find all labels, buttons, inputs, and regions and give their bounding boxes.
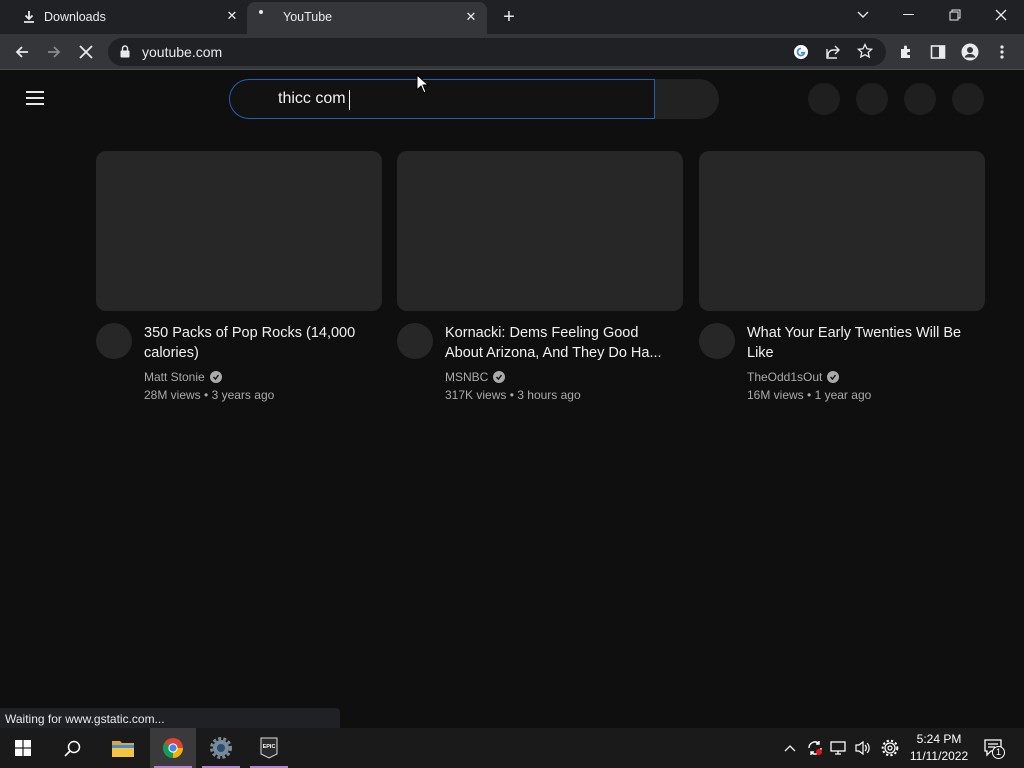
channel-name[interactable]: TheOdd1sOut [747, 370, 822, 384]
notification-count-badge: 1 [992, 746, 1005, 759]
channel-name[interactable]: Matt Stonie [144, 370, 205, 384]
extensions-icon[interactable] [895, 41, 917, 63]
upload-age: 1 year ago [814, 388, 872, 402]
windows-taskbar: EPIC 5:24 PM 11/11/2022 1 [0, 728, 1024, 768]
upload-age: 3 years ago [211, 388, 275, 402]
browser-titlebar: Downloads ✕ YouTube ✕ + [0, 0, 1024, 34]
verified-check-icon [827, 371, 840, 383]
network-icon[interactable] [829, 738, 849, 758]
video-metadata: 16M views • 1 year ago [747, 388, 871, 402]
epic-logo-text: EPIC [263, 744, 276, 750]
upload-age: 3 hours ago [517, 388, 581, 402]
address-bar[interactable]: youtube.com [108, 38, 886, 66]
video-thumbnail[interactable] [96, 151, 382, 311]
search-icon[interactable] [49, 728, 95, 768]
video-thumbnail[interactable] [397, 151, 683, 311]
close-window-button[interactable] [989, 4, 1013, 26]
browser-toolbar: youtube.com [0, 34, 1024, 70]
video-title[interactable]: 350 Packs of Pop Rocks (14,000 calories) [144, 323, 376, 363]
status-bubble: Waiting for www.gstatic.com... [0, 708, 340, 728]
show-hidden-icons-chevron-icon[interactable] [780, 738, 800, 758]
mouse-cursor-icon [416, 73, 430, 99]
tab-search-icon[interactable] [851, 4, 875, 26]
side-panel-icon[interactable] [927, 41, 949, 63]
text-caret [349, 90, 350, 110]
stop-loading-button[interactable] [75, 41, 97, 63]
lock-icon[interactable] [120, 45, 130, 63]
meta-separator: • [509, 388, 514, 402]
tab-title: YouTube [283, 10, 333, 24]
video-thumbnail[interactable] [699, 151, 985, 311]
restore-button[interactable] [943, 4, 967, 26]
channel-name-row[interactable]: MSNBC [445, 370, 506, 384]
video-title[interactable]: Kornacki: Dems Feeling Good About Arizon… [445, 323, 677, 363]
file-explorer-icon[interactable] [100, 728, 146, 768]
apps-icon[interactable] [856, 83, 888, 115]
loading-icon [259, 10, 263, 14]
meta-separator: • [807, 388, 812, 402]
close-tab-icon[interactable]: ✕ [463, 9, 479, 25]
settings-app-icon[interactable] [198, 728, 244, 768]
search-box[interactable] [229, 79, 655, 119]
view-count: 317K views [445, 388, 507, 402]
verified-check-icon [209, 371, 222, 383]
new-tab-button[interactable]: + [499, 7, 519, 27]
notification-center-icon[interactable]: 1 [982, 738, 1006, 759]
channel-name-row[interactable]: Matt Stonie [144, 370, 222, 384]
search-input[interactable] [278, 88, 638, 110]
channel-avatar[interactable] [397, 323, 433, 359]
volume-icon[interactable] [853, 738, 873, 758]
bookmark-star-icon[interactable] [856, 42, 874, 64]
channel-name-row[interactable]: TheOdd1sOut [747, 370, 840, 384]
tab-downloads[interactable]: Downloads ✕ [8, 0, 246, 34]
search-button[interactable] [655, 79, 719, 119]
channel-avatar[interactable] [699, 323, 735, 359]
minimize-button[interactable] [897, 4, 921, 26]
forward-button[interactable] [43, 41, 65, 63]
clock-time[interactable]: 5:24 PM [905, 732, 973, 746]
back-button[interactable] [11, 41, 33, 63]
view-count: 28M views [144, 388, 201, 402]
youtube-page: 350 Packs of Pop Rocks (14,000 calories)… [0, 70, 1024, 728]
sync-icon[interactable] [805, 738, 825, 758]
channel-name[interactable]: MSNBC [445, 370, 488, 384]
chrome-icon[interactable] [150, 728, 196, 768]
notifications-icon[interactable] [904, 83, 936, 115]
tab-title: Downloads [44, 10, 106, 24]
meta-separator: • [204, 388, 209, 402]
video-metadata: 317K views • 3 hours ago [445, 388, 581, 402]
video-title[interactable]: What Your Early Twenties Will Be Like [747, 323, 979, 363]
google-lens-icon[interactable] [793, 44, 809, 65]
channel-avatar[interactable] [96, 323, 132, 359]
tab-youtube[interactable]: YouTube ✕ [247, 2, 487, 34]
share-icon[interactable] [825, 44, 841, 65]
hamburger-menu-icon[interactable] [24, 88, 48, 108]
url-text[interactable]: youtube.com [142, 44, 222, 60]
download-icon [22, 10, 36, 27]
profile-icon[interactable] [959, 41, 981, 63]
verified-check-icon [493, 371, 506, 383]
account-avatar[interactable] [952, 83, 984, 115]
view-count: 16M views [747, 388, 804, 402]
epic-games-icon[interactable]: EPIC [246, 728, 292, 768]
close-tab-icon[interactable]: ✕ [224, 8, 240, 24]
settings-gear-icon[interactable] [880, 738, 900, 758]
create-icon[interactable] [808, 83, 840, 115]
video-metadata: 28M views • 3 years ago [144, 388, 274, 402]
windows-start-icon[interactable] [0, 728, 46, 768]
clock-date[interactable]: 11/11/2022 [905, 749, 973, 763]
more-menu-icon[interactable] [991, 41, 1013, 63]
